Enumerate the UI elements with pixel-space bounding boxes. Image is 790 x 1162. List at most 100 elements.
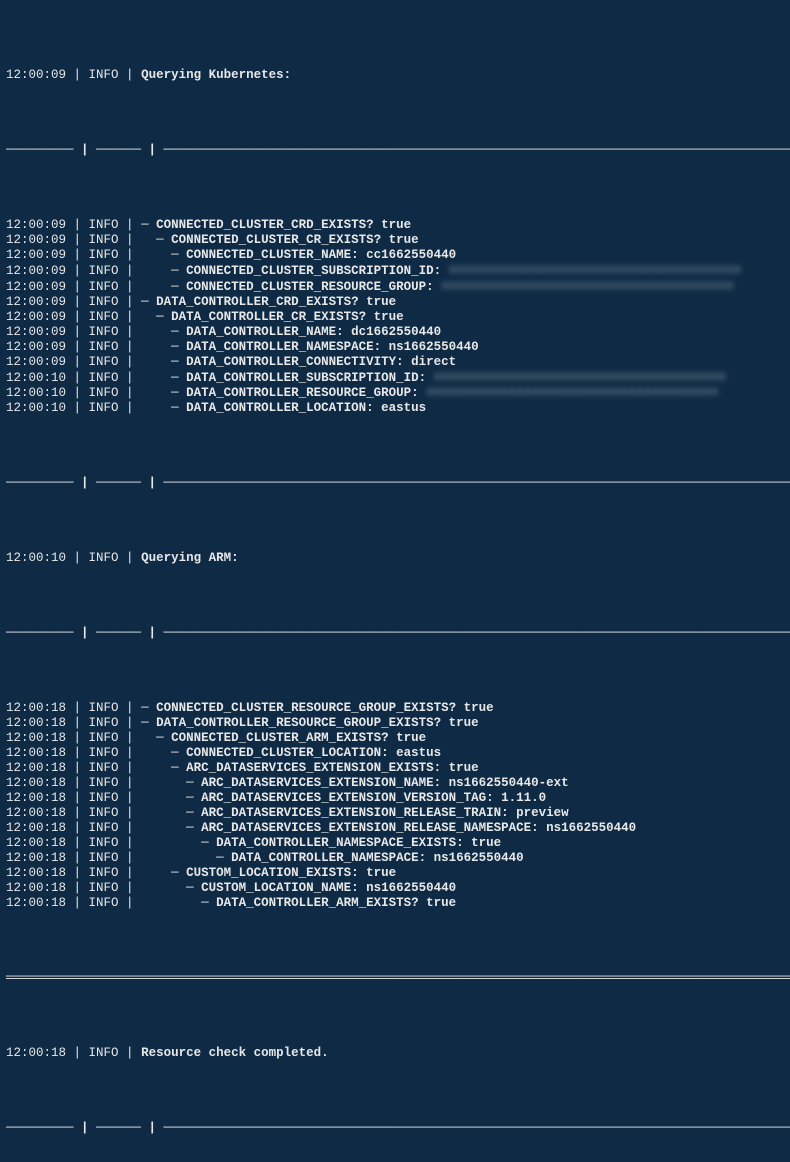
separator: |	[66, 881, 89, 895]
separator: |	[66, 264, 89, 278]
log-line: 12:00:09 | INFO | ─ CONNECTED_CLUSTER_CR…	[6, 233, 784, 248]
log-message: ─ CONNECTED_CLUSTER_CRD_EXISTS? true	[141, 218, 411, 232]
log-line: 12:00:09 | INFO | ─ DATA_CONTROLLER_NAME…	[6, 325, 784, 340]
separator: |	[119, 776, 142, 790]
separator: |	[119, 866, 142, 880]
log-level: INFO	[89, 295, 119, 309]
log-line: 12:00:18 | INFO | ─ CONNECTED_CLUSTER_AR…	[6, 731, 784, 746]
timestamp: 12:00:09	[6, 68, 66, 82]
separator: |	[66, 896, 89, 910]
separator: |	[66, 836, 89, 850]
timestamp: 12:00:09	[6, 340, 66, 354]
section-title: Querying ARM:	[141, 551, 239, 565]
log-message: ─ CONNECTED_CLUSTER_SUBSCRIPTION_ID:	[141, 264, 449, 278]
separator: |	[119, 355, 142, 369]
log-message: ─ ARC_DATASERVICES_EXTENSION_RELEASE_TRA…	[141, 806, 569, 820]
timestamp: 12:00:10	[6, 401, 66, 415]
timestamp: 12:00:18	[6, 716, 66, 730]
log-message: ─ CONNECTED_CLUSTER_CR_EXISTS? true	[141, 233, 419, 247]
log-level: INFO	[89, 551, 119, 565]
terminal-output: 12:00:09 | INFO | Querying Kubernetes: ─…	[0, 0, 790, 1162]
separator: |	[119, 310, 142, 324]
log-level: INFO	[89, 68, 119, 82]
log-line: 12:00:18 | INFO | ─ ARC_DATASERVICES_EXT…	[6, 791, 784, 806]
timestamp: 12:00:18	[6, 896, 66, 910]
log-line: 12:00:18 | INFO | ─ ARC_DATASERVICES_EXT…	[6, 806, 784, 821]
separator: |	[66, 821, 89, 835]
timestamp: 12:00:18	[6, 821, 66, 835]
log-message: ─ DATA_CONTROLLER_NAMESPACE_EXISTS: true	[141, 836, 501, 850]
log-level: INFO	[89, 355, 119, 369]
timestamp: 12:00:18	[6, 761, 66, 775]
timestamp: 12:00:09	[6, 280, 66, 294]
separator: |	[119, 218, 142, 232]
log-line: 12:00:18 | INFO | ─ CONNECTED_CLUSTER_LO…	[6, 746, 784, 761]
timestamp: 12:00:09	[6, 310, 66, 324]
separator: |	[119, 1046, 142, 1060]
log-level: INFO	[89, 386, 119, 400]
log-message: ─ CONNECTED_CLUSTER_ARM_EXISTS? true	[141, 731, 426, 745]
section-title: Querying Kubernetes:	[141, 68, 291, 82]
timestamp: 12:00:18	[6, 731, 66, 745]
log-message: ─ CONNECTED_CLUSTER_RESOURCE_GROUP:	[141, 280, 441, 294]
separator: |	[66, 401, 89, 415]
timestamp: 12:00:18	[6, 866, 66, 880]
separator: |	[66, 761, 89, 775]
log-level: INFO	[89, 264, 119, 278]
log-message: ─ DATA_CONTROLLER_CR_EXISTS? true	[141, 310, 404, 324]
separator: |	[66, 370, 89, 384]
separator: |	[66, 1046, 89, 1060]
log-message: ─ ARC_DATASERVICES_EXTENSION_EXISTS: tru…	[141, 761, 479, 775]
divider-line: ───────── | ────── | ───────────────────…	[6, 476, 784, 491]
separator: |	[119, 761, 142, 775]
log-message: ─ CUSTOM_LOCATION_NAME: ns1662550440	[141, 881, 456, 895]
timestamp: 12:00:18	[6, 881, 66, 895]
divider-line: ───────── | ────── | ───────────────────…	[6, 1121, 784, 1136]
log-level: INFO	[89, 248, 119, 262]
separator: |	[119, 806, 142, 820]
timestamp: 12:00:10	[6, 551, 66, 565]
timestamp: 12:00:18	[6, 806, 66, 820]
log-line: 12:00:18 | INFO | ─ CUSTOM_LOCATION_EXIS…	[6, 866, 784, 881]
section-header-kubernetes: 12:00:09 | INFO | Querying Kubernetes:	[6, 68, 784, 83]
separator: |	[66, 68, 89, 82]
separator: |	[119, 896, 142, 910]
separator: |	[119, 701, 142, 715]
log-level: INFO	[89, 746, 119, 760]
log-level: INFO	[89, 233, 119, 247]
separator: |	[119, 551, 142, 565]
timestamp: 12:00:18	[6, 776, 66, 790]
log-message: ─ ARC_DATASERVICES_EXTENSION_VERSION_TAG…	[141, 791, 546, 805]
log-message: ─ DATA_CONTROLLER_ARM_EXISTS? true	[141, 896, 456, 910]
log-level: INFO	[89, 851, 119, 865]
arm-lines: 12:00:18 | INFO | ─ CONNECTED_CLUSTER_RE…	[6, 701, 784, 911]
separator: |	[66, 746, 89, 760]
separator: |	[66, 386, 89, 400]
separator: |	[66, 325, 89, 339]
separator: |	[119, 746, 142, 760]
log-message: ─ DATA_CONTROLLER_NAMESPACE: ns166255044…	[141, 851, 524, 865]
separator: |	[66, 701, 89, 715]
log-line: 12:00:09 | INFO | ─ CONNECTED_CLUSTER_NA…	[6, 248, 784, 263]
timestamp: 12:00:18	[6, 851, 66, 865]
log-line: 12:00:18 | INFO | ─ DATA_CONTROLLER_NAME…	[6, 836, 784, 851]
redacted-value: xxxxxxxxxxxxxxxxxxxxxxxxxxxxxxxxxxxxxxx	[441, 279, 734, 294]
log-level: INFO	[89, 716, 119, 730]
separator: |	[119, 386, 142, 400]
redacted-value: xxxxxxxxxxxxxxxxxxxxxxxxxxxxxxxxxxxxxxx	[434, 370, 727, 385]
separator: |	[66, 866, 89, 880]
separator: |	[119, 295, 142, 309]
log-level: INFO	[89, 310, 119, 324]
kubernetes-lines: 12:00:09 | INFO | ─ CONNECTED_CLUSTER_CR…	[6, 218, 784, 416]
log-line: 12:00:18 | INFO | ─ ARC_DATASERVICES_EXT…	[6, 761, 784, 776]
timestamp: 12:00:09	[6, 264, 66, 278]
log-level: INFO	[89, 836, 119, 850]
separator: |	[119, 248, 142, 262]
timestamp: 12:00:09	[6, 233, 66, 247]
separator: |	[119, 731, 142, 745]
log-line: 12:00:09 | INFO | ─ DATA_CONTROLLER_CRD_…	[6, 295, 784, 310]
log-line: 12:00:18 | INFO | ─ ARC_DATASERVICES_EXT…	[6, 776, 784, 791]
log-line: 12:00:09 | INFO | ─ CONNECTED_CLUSTER_RE…	[6, 279, 784, 295]
timestamp: 12:00:10	[6, 370, 66, 384]
separator: |	[66, 731, 89, 745]
